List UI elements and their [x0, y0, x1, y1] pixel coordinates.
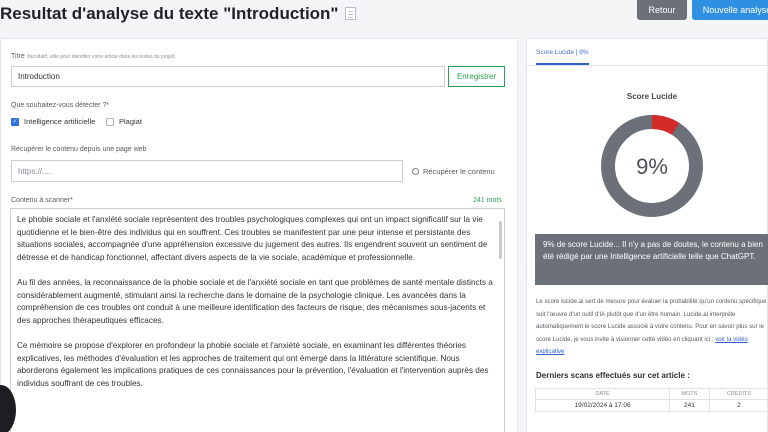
content-paragraph: Ce mémoire se propose d'explorer en prof…: [17, 340, 489, 388]
table-cell: 241: [669, 399, 710, 412]
content-paragraph: Au fil des années, la reconnaissance de …: [17, 277, 493, 325]
option-ai-label: Intelligence artificielle: [24, 117, 96, 126]
page-title: Resultat d'analyse du texte "Introductio…: [0, 4, 356, 24]
checkbox-ai[interactable]: ✓: [11, 117, 19, 126]
table-header: MOTS: [669, 388, 710, 400]
title-hint: (facultatif, utile pour identifier votre…: [26, 54, 176, 60]
tab-score-lucide[interactable]: Score Lucide | 9%: [536, 49, 589, 65]
save-button[interactable]: Enregistrer: [448, 66, 505, 87]
content-label: Contenu à scanner*: [11, 197, 73, 204]
page: Resultat d'analyse du texte "Introductio…: [0, 0, 768, 432]
table-cell: 2: [708, 399, 768, 412]
table-header-row: DATE MOTS CRÉDITS: [534, 388, 768, 400]
option-ai[interactable]: ✓ Intelligence artificielle: [11, 117, 95, 126]
checkbox-plagiat[interactable]: [106, 117, 114, 126]
fetch-content-label: Récupérer le contenu: [423, 167, 495, 176]
page-title-text: Resultat d'analyse du texte "Introductio…: [0, 4, 339, 23]
scans-title: Derniers scans effectués sur cet article…: [536, 371, 690, 380]
score-value: 9%: [636, 154, 668, 179]
table-row[interactable]: 19/02/2024 à 17:06 241 2: [534, 399, 768, 412]
globe-icon: [412, 168, 419, 175]
table-header: DATE: [534, 388, 671, 400]
score-card: Score Lucide | 9% Score Lucide 9% 9% de …: [526, 38, 768, 432]
table-cell: 19/02/2024 à 17:06: [534, 399, 671, 412]
score-description: Le score lucide.ai sert de mesure pour é…: [536, 296, 768, 359]
score-donut: 9%: [601, 115, 703, 217]
option-plagiat[interactable]: Plagiat: [106, 117, 142, 126]
table-header: CRÉDITS: [708, 388, 768, 400]
scans-table: DATE MOTS CRÉDITS 19/02/2024 à 17:06 241…: [534, 388, 768, 412]
content-paragraph: Le phobie sociale et l'anxiété sociale r…: [17, 215, 488, 262]
title-label: Titre (facultatif, utile pour identifier…: [11, 53, 175, 60]
url-input[interactable]: https://.....: [11, 160, 403, 182]
word-count: 241 mots: [473, 197, 502, 204]
title-label-text: Titre: [11, 53, 25, 60]
option-plagiat-label: Plagiat: [119, 117, 142, 126]
content-textarea[interactable]: Le phobie sociale et l'anxiété sociale r…: [10, 208, 505, 432]
score-title: Score Lucide: [626, 92, 678, 101]
tab-divider: [527, 65, 767, 66]
fetch-content-button[interactable]: Récupérer le contenu: [412, 167, 495, 176]
document-icon[interactable]: [344, 7, 356, 20]
score-info-box: 9% de score Lucide... Il n'y a pas de do…: [535, 234, 768, 285]
title-input[interactable]: Introduction: [11, 66, 445, 87]
textarea-scrollbar[interactable]: [499, 221, 502, 259]
new-analysis-button[interactable]: Nouvelle analyse: [692, 0, 768, 20]
back-button[interactable]: Retour: [637, 0, 687, 20]
detect-label: Que souhaitez-vous détecter ?*: [11, 102, 110, 109]
url-label: Récupérer le contenu depuis une page web: [11, 146, 147, 153]
